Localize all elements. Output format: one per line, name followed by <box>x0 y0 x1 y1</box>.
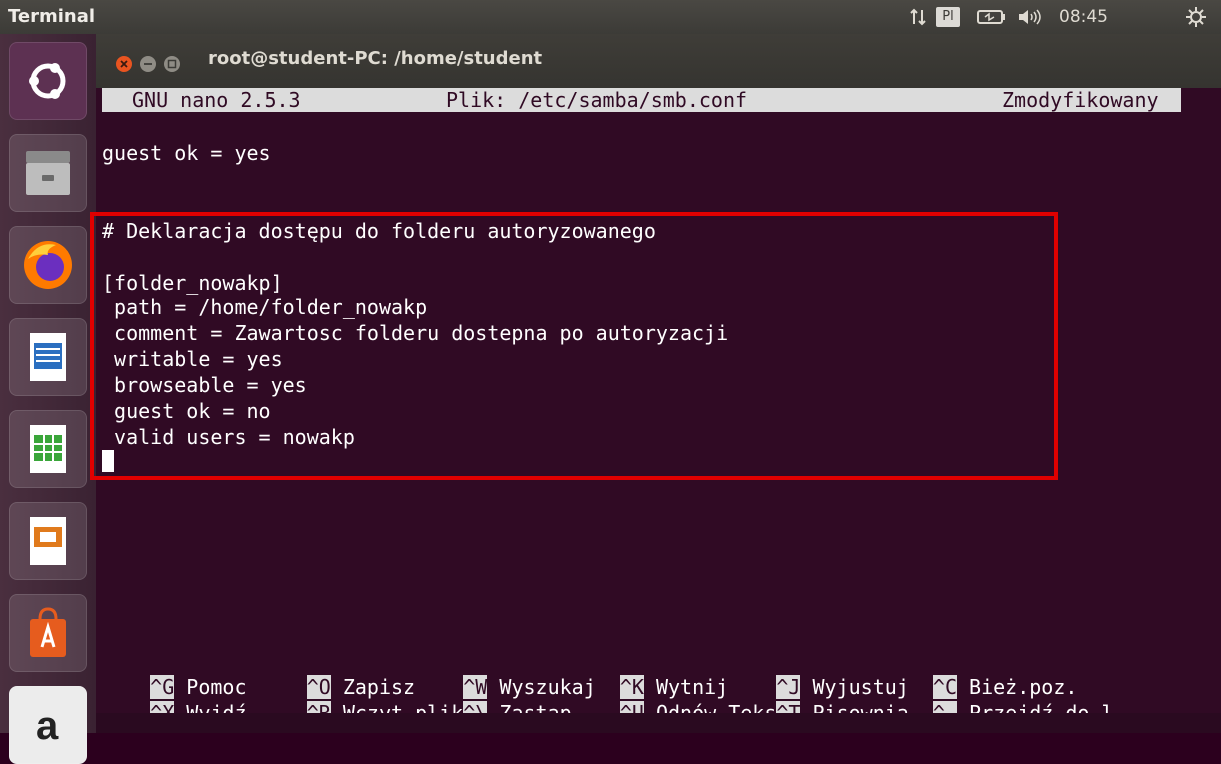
launcher-amazon[interactable]: a <box>9 686 87 764</box>
amazon-icon: a <box>36 704 59 748</box>
libreoffice-writer-icon <box>30 333 66 381</box>
window-titlebar[interactable]: root@student-PC: /home/student <box>96 34 1221 88</box>
close-icon <box>120 60 128 68</box>
ubuntu-logo-icon <box>29 63 66 99</box>
window-title: root@student-PC: /home/student <box>208 48 543 69</box>
launcher-writer[interactable] <box>9 318 87 396</box>
volume-icon[interactable] <box>1017 4 1043 30</box>
bottom-edge <box>96 713 1221 733</box>
launcher-impress[interactable] <box>9 502 87 580</box>
nano-status: Zmodyfikowany <box>1002 88 1159 112</box>
top-panel: Terminal Pl 08:45 <box>0 0 1221 34</box>
battery-icon[interactable] <box>977 4 1007 30</box>
shortcut-row-2: ^X Wyjdź ^R Wczyt.plik^\ Zastąp ^U Odnów… <box>102 674 1114 725</box>
launcher-firefox[interactable] <box>9 226 87 304</box>
file-cabinet-icon <box>26 151 70 195</box>
close-button[interactable] <box>116 56 132 72</box>
shopping-bag-icon <box>30 607 66 657</box>
launcher-files[interactable] <box>9 134 87 212</box>
nano-file: Plik: /etc/samba/smb.conf <box>446 88 748 112</box>
svg-text:a: a <box>36 704 59 748</box>
keyboard-layout-indicator[interactable]: Pl <box>936 7 960 27</box>
libreoffice-impress-icon <box>30 517 66 565</box>
highlight-box <box>90 212 1058 480</box>
gear-icon[interactable] <box>1185 4 1207 30</box>
maximize-icon <box>167 59 177 69</box>
editor-line: guest ok = yes <box>102 141 271 165</box>
maximize-button[interactable] <box>164 56 180 72</box>
network-icon[interactable] <box>908 4 928 30</box>
launcher-dash[interactable] <box>9 42 87 120</box>
minimize-button[interactable] <box>140 56 156 72</box>
clock[interactable]: 08:45 <box>1059 4 1108 30</box>
firefox-icon <box>24 241 72 289</box>
launcher-calc[interactable] <box>9 410 87 488</box>
libreoffice-calc-icon <box>30 425 66 473</box>
app-title: Terminal <box>8 6 96 27</box>
nano-header: GNU nano 2.5.3 Plik: /etc/samba/smb.conf… <box>102 88 1181 112</box>
launcher: a <box>0 34 97 764</box>
launcher-software-center[interactable] <box>9 594 87 672</box>
minimize-icon <box>144 63 152 65</box>
nano-version: GNU nano 2.5.3 <box>132 88 301 112</box>
shortcut-row-1: ^G Pomoc ^O Zapisz ^W Wyszukaj ^K Wytnij… <box>102 648 1077 699</box>
